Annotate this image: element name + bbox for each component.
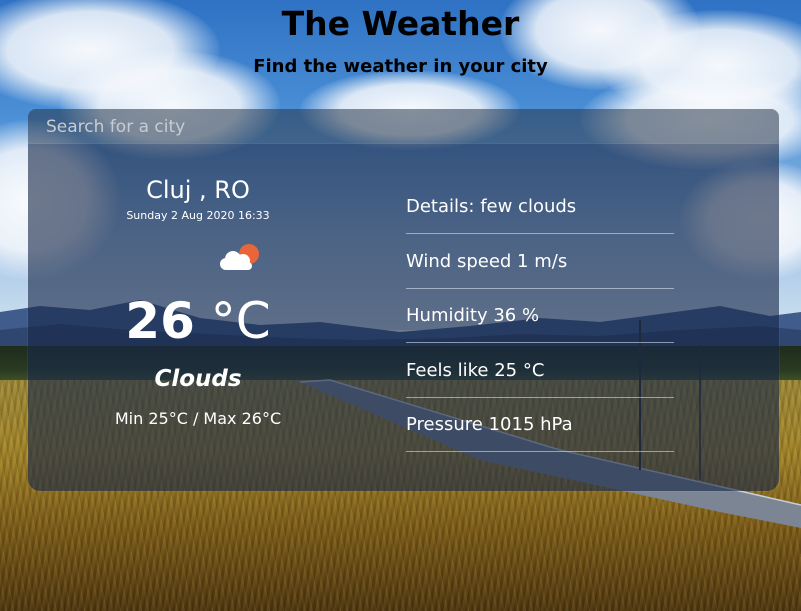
temperature-unit: °C [210, 292, 271, 350]
page-subtitle: Find the weather in your city [253, 56, 548, 77]
min-max-temperature: Min 25°C / Max 26°C [114, 409, 282, 428]
city-location: Cluj , RO [146, 176, 250, 204]
current-weather-panel: Cluj , RO Sunday 2 Aug 2020 16:33 26 °C … [28, 144, 368, 491]
weather-card: Cluj , RO Sunday 2 Aug 2020 16:33 26 °C … [28, 144, 779, 491]
weather-details-list: Details: few clouds Wind speed 1 m/s Hum… [406, 180, 674, 453]
details-wind-speed: Wind speed 1 m/s [406, 235, 674, 289]
city-search-input[interactable] [28, 109, 779, 144]
details-pressure: Pressure 1015 hPa [406, 398, 674, 452]
temperature-value: 26 [125, 292, 195, 350]
weather-condition: Clouds [154, 366, 242, 392]
details-feels-like: Feels like 25 °C [406, 344, 674, 398]
details-description: Details: few clouds [406, 180, 674, 234]
temperature: 26 °C [28, 292, 368, 350]
details-humidity: Humidity 36 % [406, 289, 674, 343]
date-time: Sunday 2 Aug 2020 16:33 [126, 209, 270, 222]
page-title: The Weather [281, 4, 520, 43]
few-clouds-icon [220, 244, 259, 270]
